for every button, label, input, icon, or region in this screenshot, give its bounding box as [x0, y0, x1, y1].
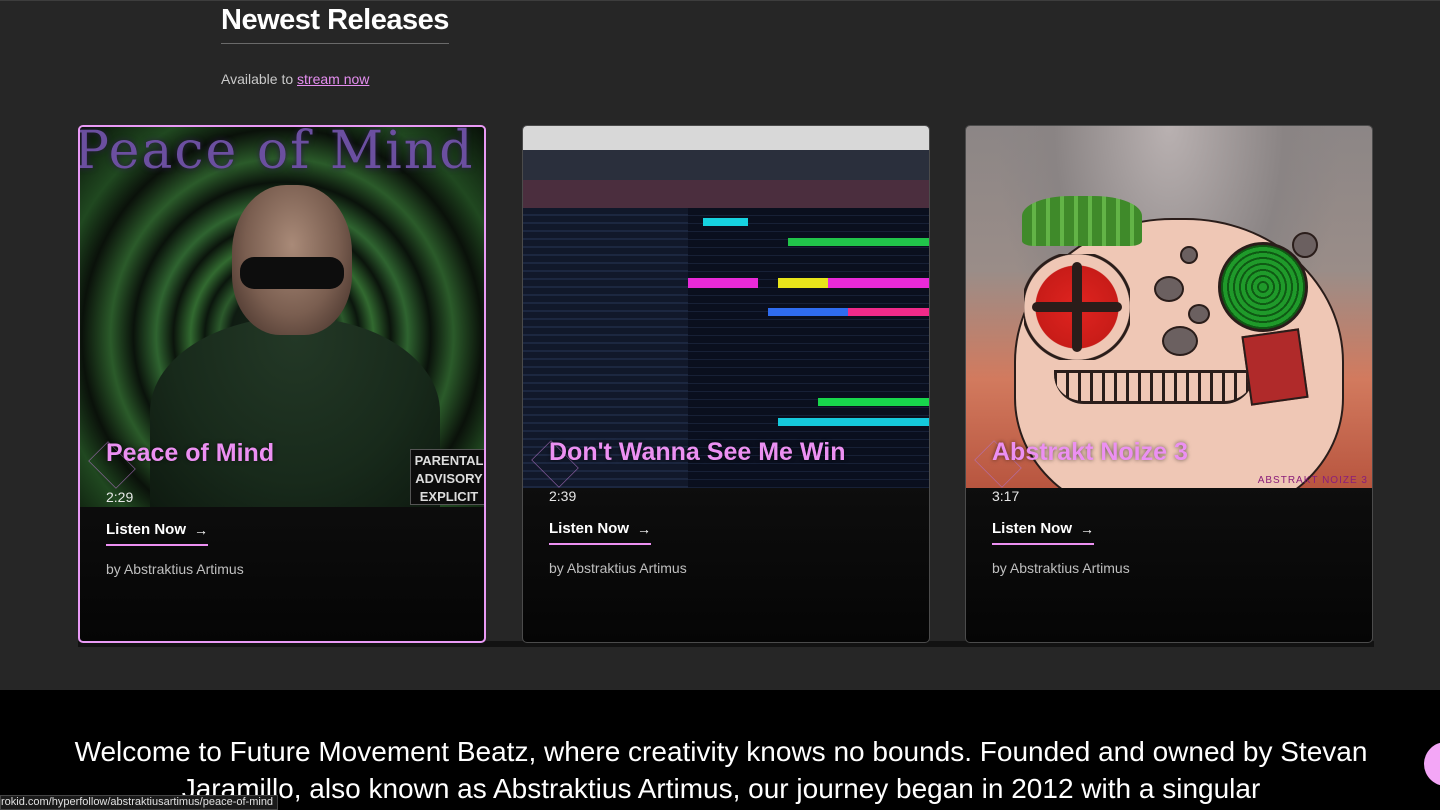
- status-bar-url: rokid.com/hyperfollow/abstraktiusartimus…: [0, 795, 279, 810]
- release-title: Don't Wanna See Me Win: [549, 438, 846, 466]
- art-title-text: Peace of Mind: [80, 127, 475, 181]
- art-spot: [1188, 304, 1210, 324]
- section-subtitle: Available to stream now: [221, 71, 369, 87]
- release-artist: by Abstraktius Artimus: [549, 560, 687, 576]
- stream-now-link[interactable]: stream now: [297, 71, 369, 87]
- art-eye-cross: [1032, 302, 1122, 312]
- release-title: Peace of Mind: [106, 439, 275, 467]
- art-corner-label: ABSTRAKT NOIZE 3: [1257, 475, 1368, 486]
- art-sunglasses: [240, 257, 344, 289]
- album-art-abstrakt-noize-3: ABSTRAKT NOIZE 3: [966, 126, 1372, 488]
- album-art-dont-wanna-see-me-win: [523, 126, 929, 488]
- arrow-right-icon: →: [194, 521, 209, 538]
- arrow-right-icon: →: [1080, 520, 1095, 537]
- release-duration: 2:39: [549, 488, 577, 504]
- art-mouth: [1054, 370, 1254, 404]
- art-spot: [1180, 246, 1198, 264]
- release-duration: 3:17: [992, 488, 1020, 504]
- release-title: Abstrakt Noize 3: [992, 438, 1188, 466]
- release-artist: by Abstraktius Artimus: [106, 561, 244, 577]
- parental-advisory-label: PARENTAL ADVISORY EXPLICIT CONTENT: [410, 449, 484, 505]
- art-daw-ruler: [523, 180, 929, 208]
- listen-now-label: Listen Now: [106, 521, 187, 538]
- art-daw-menubar: [523, 126, 929, 150]
- listen-now-label: Listen Now: [549, 520, 630, 537]
- art-eye-left: [1024, 254, 1130, 360]
- art-eye-right: [1218, 242, 1308, 332]
- release-card-dont-wanna-see-me-win[interactable]: Don't Wanna See Me Win 2:39 Listen Now →…: [522, 125, 930, 643]
- release-card-abstrakt-noize-3[interactable]: ABSTRAKT NOIZE 3 Abstrakt Noize 3 3:17 L…: [965, 125, 1373, 643]
- art-figure-body: [150, 317, 440, 507]
- listen-now-button[interactable]: Listen Now →: [992, 520, 1095, 545]
- art-hair: [1022, 196, 1142, 246]
- art-patch: [1241, 328, 1309, 406]
- top-divider: [0, 0, 1440, 1]
- subtitle-prefix: Available to: [221, 71, 298, 87]
- arrow-right-icon: →: [637, 520, 652, 537]
- listen-now-button[interactable]: Listen Now →: [106, 521, 209, 546]
- art-spot: [1154, 276, 1184, 302]
- section-title: Newest Releases: [221, 4, 449, 44]
- release-artist: by Abstraktius Artimus: [992, 560, 1130, 576]
- release-card-peace-of-mind[interactable]: Peace of Mind PARENTAL ADVISORY EXPLICIT…: [78, 125, 486, 643]
- art-daw-toolbar: [523, 150, 929, 180]
- listen-now-button[interactable]: Listen Now →: [549, 520, 652, 545]
- art-spot: [1162, 326, 1198, 356]
- art-spot: [1292, 232, 1318, 258]
- release-duration: 2:29: [106, 489, 134, 505]
- listen-now-label: Listen Now: [992, 520, 1073, 537]
